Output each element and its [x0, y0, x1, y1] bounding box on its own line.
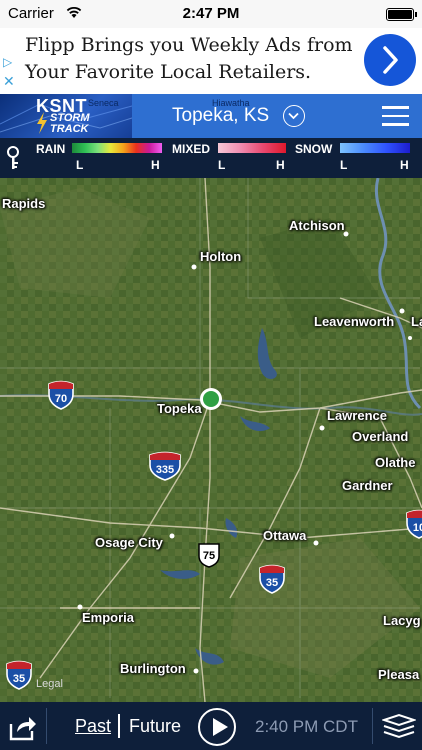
city-label: Emporia [82, 610, 135, 625]
key-icon[interactable] [4, 146, 22, 170]
divider [118, 714, 120, 738]
logo-subtitle: STORM TRACK [50, 112, 90, 135]
ad-banner[interactable]: ▷ ✕ Flipp Brings you Weekly Ads from You… [0, 28, 422, 94]
legend-snow-high: H [400, 158, 409, 172]
legend-mixed-scale [218, 143, 286, 153]
us-highway-shield-icon: 75 [198, 543, 220, 568]
city-label: Holton [200, 249, 242, 264]
svg-text:70: 70 [55, 393, 67, 405]
legend-snow-low: L [340, 158, 348, 172]
legend-rain-high: H [151, 158, 160, 172]
city-label: Olathe [375, 455, 416, 470]
svg-text:75: 75 [203, 550, 215, 562]
city-label: Lacyg [383, 613, 421, 628]
city-label: Rapids [2, 196, 46, 211]
city-label: Ottawa [263, 528, 307, 543]
city-label: Topeka [157, 401, 202, 416]
adchoices-icon[interactable]: ▷ ✕ [0, 53, 18, 91]
svg-text:35: 35 [266, 577, 278, 589]
radar-map[interactable]: Rapids Atchison Holton Leavenworth La To… [0, 178, 422, 702]
interstate-shield-icon: 335 [149, 451, 181, 481]
status-bar: Carrier 2:47 PM [0, 0, 422, 28]
divider [372, 708, 373, 744]
legend-rain-scale [72, 143, 162, 153]
legend-snow-label: SNOW [295, 142, 333, 156]
city-label: La [411, 314, 422, 329]
city-label: Lawrence [327, 408, 387, 423]
svg-text:10: 10 [413, 522, 422, 534]
city-label: Overland [352, 429, 409, 444]
chevron-right-icon [383, 46, 398, 74]
legend-mixed-label: MIXED [172, 142, 211, 156]
ad-headline-line1: Flipp Brings you Weekly Ads from [25, 34, 353, 56]
interstate-shield-icon: 35 [259, 564, 285, 594]
divider [46, 708, 47, 744]
station-logo: Seneca KSNT STORM TRACK [0, 94, 132, 138]
legend-mixed-high: H [276, 158, 285, 172]
precip-legend: RAIN L H MIXED L H SNOW L H [0, 138, 422, 178]
menu-icon[interactable] [382, 106, 409, 126]
ad-headline-line2: Your Favorite Local Retailers. [25, 61, 312, 83]
city-label: Burlington [120, 661, 186, 676]
legend-snow-scale [340, 143, 410, 153]
share-icon[interactable] [8, 712, 38, 742]
city-label: Leavenworth [314, 314, 395, 329]
current-location-marker[interactable] [200, 388, 222, 410]
svg-text:35: 35 [13, 673, 25, 685]
app-header: Seneca KSNT STORM TRACK Hiawatha Topeka, … [0, 94, 422, 138]
app-screen: Carrier 2:47 PM ▷ ✕ Flipp Brings you Wee… [0, 0, 422, 750]
layers-icon[interactable] [382, 712, 416, 742]
playback-bar: Past Future 2:40 PM CDT [0, 702, 422, 750]
location-title[interactable]: Topeka, KS [172, 105, 269, 127]
map-label-behind-logo: Seneca [88, 98, 119, 108]
lightning-icon [37, 112, 47, 134]
legend-rain-label: RAIN [36, 142, 66, 156]
battery-icon [386, 8, 417, 21]
radar-timestamp: 2:40 PM CDT [255, 717, 358, 736]
city-label: Atchison [289, 218, 345, 233]
clock: 2:47 PM [182, 5, 240, 22]
interstate-shield-icon: 35 [6, 660, 32, 690]
play-icon[interactable] [198, 708, 236, 746]
city-label: Gardner [342, 478, 393, 493]
interstate-shield-icon: 10 [406, 509, 422, 539]
future-button[interactable]: Future [129, 716, 181, 737]
chevron-down-icon[interactable] [283, 105, 305, 127]
interstate-shield-icon: 70 [48, 380, 74, 410]
ad-open-button[interactable] [364, 34, 416, 86]
city-label: Osage City [95, 535, 163, 550]
past-button[interactable]: Past [75, 716, 111, 737]
legend-rain-low: L [76, 158, 84, 172]
legal-link[interactable]: Legal [36, 678, 63, 690]
city-label: Pleasa [378, 667, 420, 682]
legend-mixed-low: L [218, 158, 226, 172]
svg-text:335: 335 [156, 464, 174, 476]
